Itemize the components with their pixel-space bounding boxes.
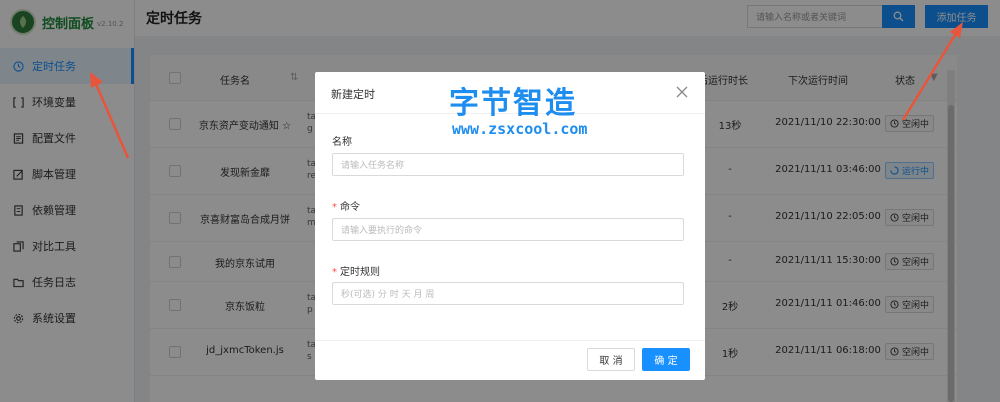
close-icon[interactable] (675, 85, 689, 99)
dialog-footer: 取 消 确 定 (315, 340, 705, 380)
cancel-button[interactable]: 取 消 (587, 348, 635, 371)
name-label: 名称 (332, 137, 352, 148)
new-cron-dialog: 新建定时 字节智造 www.zsxcool.com 名称 请输入任务名称 * 命令… (315, 72, 705, 380)
command-input[interactable]: 请输入要执行的命令 (332, 218, 684, 241)
watermark-url: www.zsxcool.com (452, 120, 588, 138)
schedule-input[interactable]: 秒(可选) 分 时 天 月 周 (332, 282, 684, 305)
required-mark: * (332, 202, 337, 213)
required-mark: * (332, 267, 337, 278)
watermark-title: 字节智造 (449, 86, 577, 121)
name-input[interactable]: 请输入任务名称 (332, 153, 684, 176)
dialog-title: 新建定时 (331, 88, 375, 101)
command-label: * 命令 (332, 202, 360, 213)
schedule-label: * 定时规则 (332, 267, 380, 278)
confirm-button[interactable]: 确 定 (642, 348, 690, 371)
